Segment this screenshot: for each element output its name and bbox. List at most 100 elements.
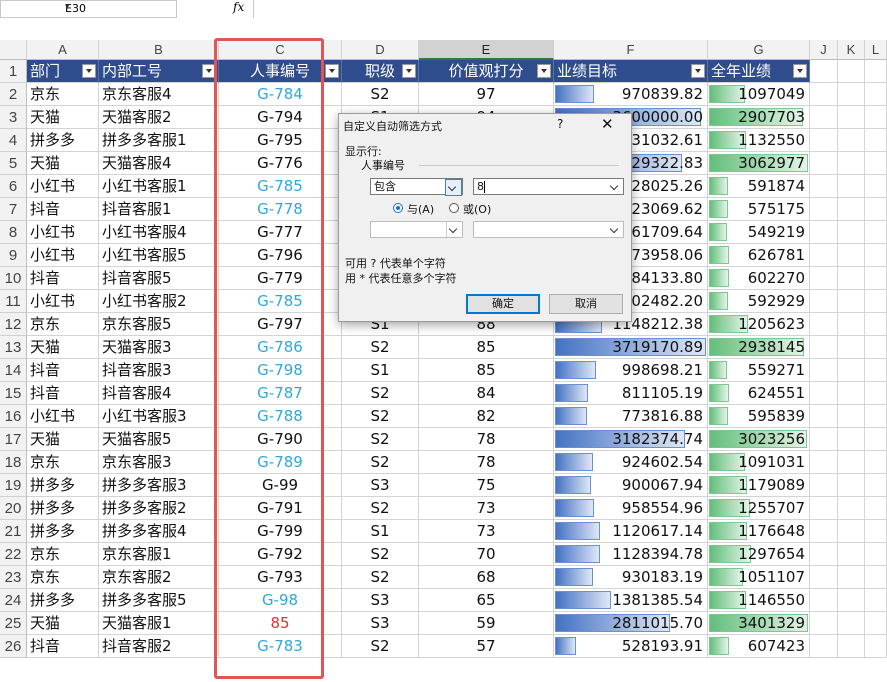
empty-cell[interactable] [838, 612, 865, 635]
operator-select-1[interactable]: 包含 [370, 178, 463, 196]
column-header-e[interactable]: E [419, 40, 554, 60]
row-header[interactable]: 24 [0, 589, 27, 612]
cell-staff[interactable]: 拼多多客服2 [99, 497, 219, 520]
or-radio[interactable] [449, 203, 459, 213]
and-radio[interactable] [393, 203, 403, 213]
empty-cell[interactable] [810, 106, 838, 129]
row-header[interactable]: 8 [0, 221, 27, 244]
cell-staff[interactable]: 抖音客服3 [99, 359, 219, 382]
cell-hr[interactable]: G-787 [219, 382, 342, 405]
row-header[interactable]: 19 [0, 474, 27, 497]
cell-dept[interactable]: 京东 [27, 313, 99, 336]
cell-annual[interactable]: 3062977 [708, 152, 810, 175]
column-header-c[interactable]: C [219, 40, 342, 60]
cell-staff[interactable]: 拼多多客服4 [99, 520, 219, 543]
cell-staff[interactable]: 京东客服4 [99, 83, 219, 106]
empty-cell[interactable] [838, 129, 865, 152]
empty-cell[interactable] [865, 83, 887, 106]
empty-cell[interactable] [865, 267, 887, 290]
row-header[interactable]: 17 [0, 428, 27, 451]
row-header[interactable]: 12 [0, 313, 27, 336]
empty-cell[interactable] [838, 60, 865, 83]
empty-cell[interactable] [838, 83, 865, 106]
close-icon[interactable]: ✕ [601, 115, 614, 133]
cell-target[interactable]: 1128394.78 [554, 543, 708, 566]
empty-cell[interactable] [810, 520, 838, 543]
empty-cell[interactable] [838, 152, 865, 175]
row-header[interactable]: 22 [0, 543, 27, 566]
column-header-b[interactable]: B [99, 40, 219, 60]
cell-staff[interactable]: 小红书客服5 [99, 244, 219, 267]
cell-hr[interactable]: G-783 [219, 635, 342, 658]
cell-staff[interactable]: 天猫客服5 [99, 428, 219, 451]
cell-hr[interactable]: G-793 [219, 566, 342, 589]
cell-staff[interactable]: 京东客服5 [99, 313, 219, 336]
cell-staff[interactable]: 天猫客服3 [99, 336, 219, 359]
empty-cell[interactable] [865, 589, 887, 612]
cell-annual[interactable]: 1132550 [708, 129, 810, 152]
cell-annual[interactable]: 549219 [708, 221, 810, 244]
empty-cell[interactable] [810, 198, 838, 221]
empty-cell[interactable] [810, 129, 838, 152]
chevron-down-icon[interactable] [445, 179, 462, 196]
empty-cell[interactable] [865, 175, 887, 198]
cell-target[interactable]: 924602.54 [554, 451, 708, 474]
cell-score[interactable]: 73 [419, 497, 554, 520]
cell-annual[interactable]: 607423 [708, 635, 810, 658]
cell-level[interactable]: S2 [342, 428, 419, 451]
cell-score[interactable]: 84 [419, 382, 554, 405]
cell-hr[interactable]: G-776 [219, 152, 342, 175]
cell-hr[interactable]: G-798 [219, 359, 342, 382]
empty-cell[interactable] [838, 290, 865, 313]
cell-target[interactable]: 2811015.70 [554, 612, 708, 635]
cell-score[interactable]: 82 [419, 405, 554, 428]
empty-cell[interactable] [810, 543, 838, 566]
row-header[interactable]: 5 [0, 152, 27, 175]
empty-cell[interactable] [865, 152, 887, 175]
cell-hr[interactable]: G-98 [219, 589, 342, 612]
cell-hr[interactable]: G-797 [219, 313, 342, 336]
cell-target[interactable]: 998698.21 [554, 359, 708, 382]
empty-cell[interactable] [865, 221, 887, 244]
cell-hr[interactable]: G-785 [219, 175, 342, 198]
cell-hr[interactable]: G-778 [219, 198, 342, 221]
cell-annual[interactable]: 1176648 [708, 520, 810, 543]
cell-level[interactable]: S2 [342, 566, 419, 589]
cell-target[interactable]: 1381385.54 [554, 589, 708, 612]
cell-staff[interactable]: 小红书客服4 [99, 221, 219, 244]
empty-cell[interactable] [838, 451, 865, 474]
cell-score[interactable]: 97 [419, 83, 554, 106]
empty-cell[interactable] [838, 428, 865, 451]
empty-cell[interactable] [865, 198, 887, 221]
cell-level[interactable]: S2 [342, 83, 419, 106]
chevron-down-icon[interactable] [608, 222, 623, 237]
row-header[interactable]: 6 [0, 175, 27, 198]
empty-cell[interactable] [865, 244, 887, 267]
cell-score[interactable]: 70 [419, 543, 554, 566]
cell-annual[interactable]: 1255707 [708, 497, 810, 520]
cell-dept[interactable]: 拼多多 [27, 474, 99, 497]
or-radio-label[interactable]: 或(O) [463, 201, 491, 217]
empty-cell[interactable] [838, 474, 865, 497]
empty-cell[interactable] [838, 175, 865, 198]
row-header[interactable]: 13 [0, 336, 27, 359]
cell-annual[interactable]: 3401329 [708, 612, 810, 635]
cell-dept[interactable]: 天猫 [27, 152, 99, 175]
cell-annual[interactable]: 2938145 [708, 336, 810, 359]
cell-hr[interactable]: G-795 [219, 129, 342, 152]
cell-dept[interactable]: 天猫 [27, 106, 99, 129]
chevron-down-icon[interactable]: ▾ [65, 2, 70, 12]
row-header[interactable]: 16 [0, 405, 27, 428]
cell-annual[interactable]: 2907703 [708, 106, 810, 129]
cell-dept[interactable]: 拼多多 [27, 589, 99, 612]
filter-dropdown-button[interactable] [325, 64, 339, 78]
cell-hr[interactable]: G-788 [219, 405, 342, 428]
cell-dept[interactable]: 小红书 [27, 221, 99, 244]
filter-dropdown-button[interactable] [202, 64, 216, 78]
cell-annual[interactable]: 591874 [708, 175, 810, 198]
cell-dept[interactable]: 抖音 [27, 382, 99, 405]
empty-cell[interactable] [810, 589, 838, 612]
empty-cell[interactable] [810, 474, 838, 497]
empty-cell[interactable] [865, 497, 887, 520]
value-input-2[interactable] [473, 221, 624, 238]
